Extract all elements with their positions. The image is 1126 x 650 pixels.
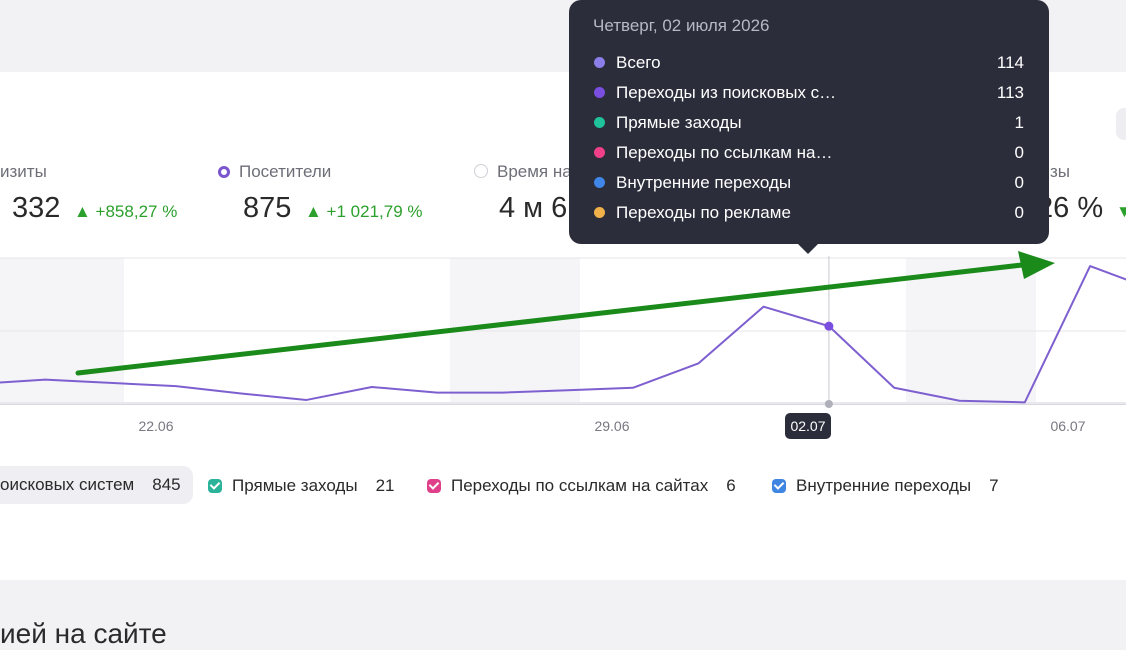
series-dot-icon: [594, 207, 605, 218]
legend-item-direct[interactable]: Прямые заходы 21: [208, 470, 394, 502]
series-dot-icon: [594, 57, 605, 68]
chart-tooltip: Четверг, 02 июля 2026 Всего 114 Переходы…: [569, 0, 1049, 254]
series-dot-icon: [594, 87, 605, 98]
tooltip-row-value: 114: [996, 53, 1024, 72]
tooltip-row-value: 1: [1014, 113, 1024, 132]
tooltip-date: Четверг, 02 июля 2026: [593, 16, 770, 35]
legend-label: Прямые заходы: [232, 476, 358, 495]
tooltip-row-value: 0: [1014, 173, 1024, 192]
highlighted-point: [824, 321, 834, 331]
tooltip-row: Внутренние переходы 0: [594, 172, 1024, 194]
legend-item-search[interactable]: оисковых систем 845: [0, 466, 193, 504]
tooltip-row-label: Прямые заходы: [616, 113, 742, 132]
series-dot-icon: [594, 177, 605, 188]
series-dot-icon: [594, 147, 605, 158]
legend-count: 21: [375, 476, 395, 495]
metric-bounces[interactable]: зы 26 % ▼: [1037, 162, 1126, 224]
axis-point: [824, 400, 833, 408]
tooltip-row-value: 0: [1014, 143, 1024, 162]
metric-label: Время на: [497, 162, 572, 181]
radio-selected-icon[interactable]: [218, 166, 230, 178]
legend-label: Внутренние переходы: [796, 476, 972, 495]
metric-visits[interactable]: изиты 332 ▲ +858,27 %: [0, 162, 177, 224]
legend-count: 6: [726, 476, 736, 495]
legend-label: Переходы по ссылкам на сайтах: [451, 476, 709, 495]
tooltip-row-label: Переходы по рекламе: [616, 203, 791, 222]
tooltip-row-label: Переходы из поисковых с…: [616, 83, 837, 102]
series-dot-icon: [594, 117, 605, 128]
metric-value: 332: [12, 192, 61, 224]
tooltip-row: Прямые заходы 1: [594, 112, 1024, 134]
trend-arrow-head: [1018, 251, 1055, 279]
tooltip-row: Переходы по ссылкам на… 0: [594, 142, 1024, 164]
legend-label: оисковых систем: [0, 475, 135, 494]
metric-delta: ▼: [1116, 202, 1126, 221]
metric-visitors[interactable]: Посетители 875 ▲ +1 021,79 %: [218, 162, 423, 224]
radio-icon[interactable]: [474, 164, 488, 178]
checkbox-icon[interactable]: [772, 479, 786, 493]
metric-delta: ▲ +1 021,79 %: [305, 202, 423, 221]
x-tick-label: 29.06: [594, 418, 629, 434]
metric-label: Посетители: [239, 162, 332, 181]
metric-delta: ▲ +858,27 %: [74, 202, 178, 221]
metric-value: 4 м 6: [499, 192, 568, 224]
x-tick-label: 06.07: [1050, 418, 1085, 434]
x-tick-label: 02.07: [790, 418, 825, 434]
tooltip-row: Переходы из поисковых с… 113: [594, 82, 1024, 104]
section-title: ией на сайте: [0, 618, 167, 649]
tooltip-row-label: Всего: [616, 53, 661, 72]
metric-label: зы: [1050, 162, 1071, 181]
metric-label: изиты: [0, 162, 47, 181]
tooltip-row: Всего 114: [594, 52, 1024, 74]
tooltip-row-label: Внутренние переходы: [616, 173, 792, 192]
metric-time[interactable]: Время на 4 м 6: [474, 162, 572, 224]
checkbox-icon[interactable]: [208, 479, 222, 493]
legend-count: 845: [152, 475, 181, 494]
legend-count: 7: [989, 476, 999, 495]
legend-item-internal[interactable]: Внутренние переходы 7: [772, 470, 999, 502]
tooltip-row-label: Переходы по ссылкам на…: [616, 143, 833, 162]
metric-value: 875: [243, 192, 292, 224]
tooltip-row-value: 0: [1014, 203, 1024, 222]
legend-item-links[interactable]: Переходы по ссылкам на сайтах 6: [427, 470, 736, 502]
tooltip-row: Переходы по рекламе 0: [594, 202, 1024, 224]
x-tick-label: 22.06: [138, 418, 173, 434]
tooltip-row-value: 113: [996, 83, 1024, 102]
checkbox-icon[interactable]: [427, 479, 441, 493]
